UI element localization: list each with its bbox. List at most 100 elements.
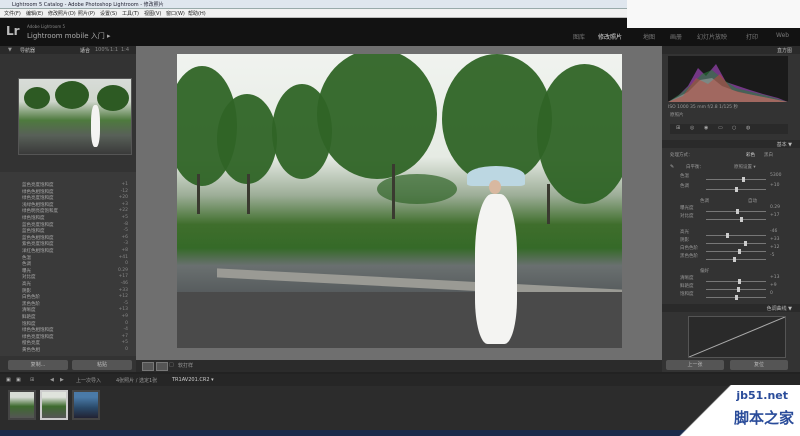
brush-icon[interactable]: ◍	[746, 125, 750, 131]
slider-track[interactable]	[706, 209, 766, 214]
menu-item-photo[interactable]: 照片(P)	[78, 10, 95, 17]
zoom-100[interactable]: 100%	[95, 47, 109, 53]
before-after-icon[interactable]	[156, 362, 168, 371]
reset-button[interactable]: 复位	[730, 360, 788, 370]
slider-value[interactable]: +13	[770, 275, 780, 280]
slider-knob[interactable]	[737, 287, 741, 292]
slider-value[interactable]: 0.29	[770, 205, 780, 210]
slider-track[interactable]	[706, 233, 766, 238]
menu-item-window[interactable]: 窗口(W)	[166, 10, 185, 17]
menu-item-edit[interactable]: 编辑(E)	[26, 10, 43, 17]
photo-preview[interactable]	[177, 54, 622, 348]
section-label[interactable]: 色调	[700, 198, 709, 204]
module-map[interactable]: 地图	[643, 32, 655, 41]
slider-value[interactable]: +10	[770, 183, 780, 188]
slider-value[interactable]: -46	[770, 229, 777, 234]
slider-knob[interactable]	[726, 233, 730, 238]
zoom-1-1[interactable]: 1:1	[110, 47, 118, 53]
wb-select[interactable]: 原照设置 ▾	[734, 164, 756, 170]
slider-track[interactable]	[706, 279, 766, 284]
basic-header[interactable]: 基本 ▼	[662, 140, 800, 148]
forward-arrow-icon[interactable]: ▶	[60, 377, 64, 383]
navigator-preview[interactable]	[18, 78, 132, 155]
screen-two-icon[interactable]: ▣	[16, 377, 21, 383]
eyedropper-icon[interactable]: ✎	[670, 164, 674, 170]
menu-item-view[interactable]: 视图(V)	[144, 10, 161, 17]
back-arrow-icon[interactable]: ◀	[50, 377, 54, 383]
slider-knob[interactable]	[739, 217, 743, 222]
slider-knob[interactable]	[738, 279, 742, 284]
slider-value[interactable]: +9	[770, 283, 777, 288]
history-step-label: 鲜艳度	[22, 315, 36, 320]
slider-track[interactable]	[706, 241, 766, 246]
slider-knob[interactable]	[741, 177, 745, 182]
slider-knob[interactable]	[744, 241, 748, 246]
slider-knob[interactable]	[732, 257, 736, 262]
slider-track[interactable]	[706, 287, 766, 292]
original-photo-toggle[interactable]: 原照片	[670, 112, 684, 118]
menu-item-settings[interactable]: 设置(S)	[100, 10, 117, 17]
module-book[interactable]: 画册	[670, 32, 682, 41]
checkbox-icon[interactable]: □	[169, 362, 174, 368]
treatment-color[interactable]: 彩色	[746, 152, 755, 158]
paste-button[interactable]: 粘贴	[72, 360, 132, 370]
spot-removal-icon[interactable]: ◎	[690, 125, 694, 131]
thumbnail[interactable]	[72, 390, 100, 420]
graduated-filter-icon[interactable]: ▭	[718, 125, 723, 131]
slider-track[interactable]	[706, 295, 766, 300]
histogram[interactable]	[668, 56, 788, 102]
module-print[interactable]: 打印	[746, 32, 758, 41]
grid-icon[interactable]: ⊞	[30, 377, 34, 383]
history-step-value: +13	[118, 307, 129, 313]
radial-filter-icon[interactable]: ○	[732, 125, 736, 131]
slider-knob[interactable]	[736, 209, 740, 214]
screen-one-icon[interactable]: ▣	[6, 377, 11, 383]
slider-knob[interactable]	[738, 249, 742, 254]
lightroom-mobile-link[interactable]: Lightroom mobile 入门 ▸	[27, 31, 111, 41]
section-label[interactable]: 自动	[748, 198, 757, 204]
history-step-label: 绿色色相饱和度	[22, 328, 54, 334]
loupe-view-icon[interactable]	[142, 362, 154, 371]
slider-knob[interactable]	[735, 295, 738, 300]
module-slideshow[interactable]: 幻灯片放映	[697, 32, 727, 41]
zoom-fit[interactable]: 适合	[80, 47, 90, 54]
slider-track[interactable]	[706, 187, 766, 192]
slider-track[interactable]	[706, 217, 766, 222]
filmstrip-filename[interactable]: TR1AV201.CR2 ▾	[172, 377, 214, 383]
module-library[interactable]: 图库	[573, 32, 585, 41]
tone-curve[interactable]	[688, 316, 786, 358]
slider-value[interactable]: +33	[770, 237, 780, 242]
slider-knob[interactable]	[735, 187, 738, 192]
module-develop[interactable]: 修改照片	[598, 32, 622, 41]
menu-item-develop[interactable]: 修改照片(D)	[48, 10, 76, 17]
menu-item-file[interactable]: 文件(F)	[4, 10, 21, 17]
tonecurve-header[interactable]: 色调曲线 ▼	[662, 304, 800, 312]
collapse-triangle-icon[interactable]: ▼	[8, 47, 12, 53]
treatment-bw[interactable]: 黑白	[764, 152, 773, 158]
slider-track[interactable]	[706, 249, 766, 254]
slider-value[interactable]: -5	[770, 253, 775, 258]
slider-label: 清晰度	[680, 276, 694, 281]
menu-item-tools[interactable]: 工具(T)	[122, 10, 139, 17]
section-label[interactable]: 偏好	[700, 268, 709, 274]
history-step-label: 阴影	[22, 288, 31, 294]
slider-value[interactable]: 0	[770, 291, 773, 296]
history-step[interactable]: 黄色色相 0	[22, 347, 130, 354]
slider-track[interactable]	[706, 257, 766, 262]
filmstrip-source[interactable]: 上一次导入	[76, 377, 101, 384]
slider-value[interactable]: 5300	[770, 173, 781, 178]
history-step-label: 洋红色相饱和度	[22, 249, 54, 254]
slider-track[interactable]	[706, 177, 766, 182]
copy-button[interactable]: 复制...	[8, 360, 68, 370]
histogram-header[interactable]: 直方图	[662, 46, 800, 54]
slider-value[interactable]: +17	[770, 213, 780, 218]
slider-value[interactable]: +12	[770, 245, 780, 250]
previous-button[interactable]: 上一张	[666, 360, 724, 370]
red-eye-icon[interactable]: ◉	[704, 125, 708, 131]
menu-item-help[interactable]: 帮助(H)	[188, 10, 206, 17]
thumbnail-selected[interactable]	[40, 390, 68, 420]
crop-tool-icon[interactable]: ⊞	[676, 125, 680, 131]
module-web[interactable]: Web	[776, 32, 789, 39]
zoom-1-4[interactable]: 1:4	[121, 47, 129, 53]
thumbnail[interactable]	[8, 390, 36, 420]
